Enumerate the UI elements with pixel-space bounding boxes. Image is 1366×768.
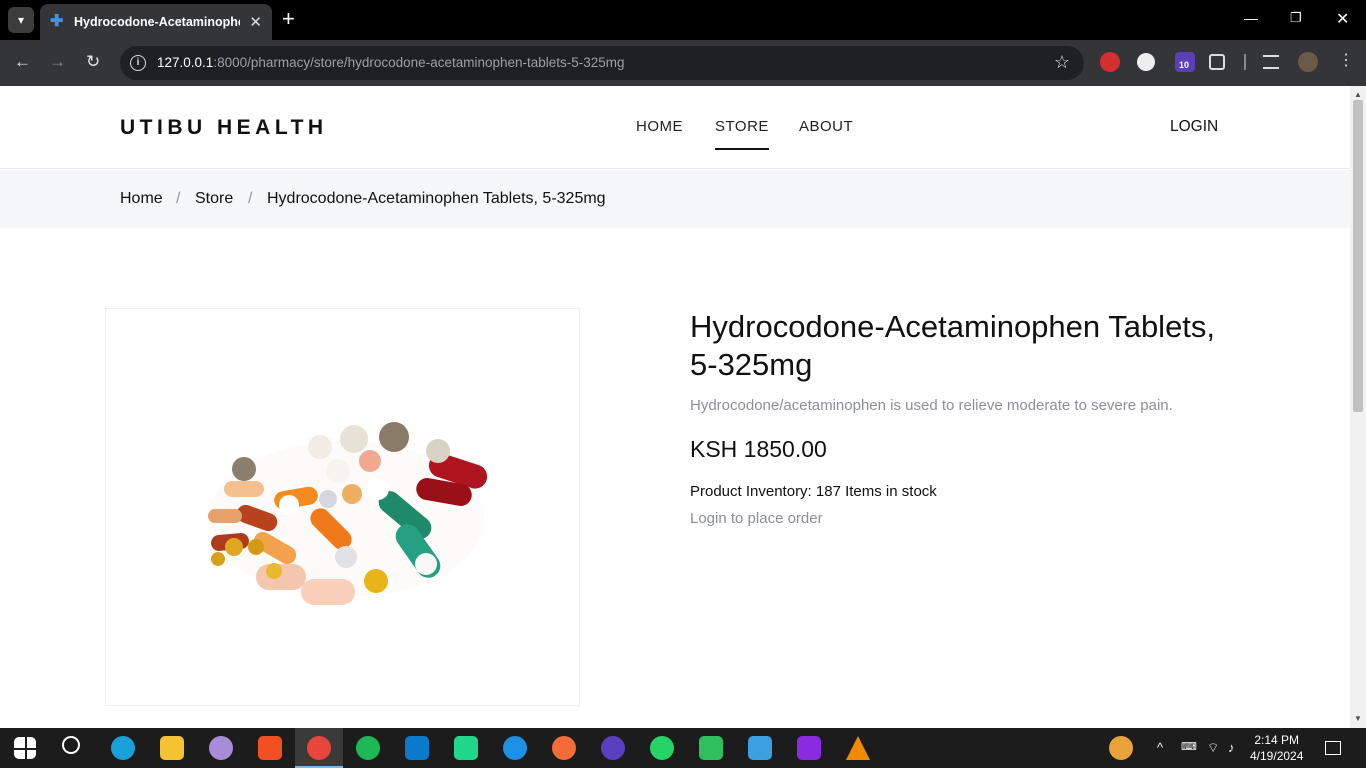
app-icon[interactable] <box>748 736 772 760</box>
extensions-puzzle-icon[interactable] <box>1209 54 1225 70</box>
extension-speed-icon[interactable] <box>1137 53 1155 71</box>
nav-about[interactable]: ABOUT <box>799 118 853 135</box>
extension-adblock-icon[interactable] <box>1100 52 1120 72</box>
tab-search-icon[interactable]: ▾ <box>8 7 34 33</box>
docker-icon[interactable] <box>503 736 527 760</box>
tray-expand-icon[interactable]: ^ <box>1157 740 1163 755</box>
vscode-icon[interactable] <box>405 736 429 760</box>
tab-title: Hydrocodone-Acetaminophen <box>74 15 240 29</box>
breadcrumb: Home / Store / Hydrocodone-Acetaminophen… <box>0 170 1350 228</box>
breadcrumb-home[interactable]: Home <box>120 190 163 208</box>
volume-icon[interactable]: ♪ <box>1228 740 1235 755</box>
wifi-icon[interactable]: ⌔ <box>1207 740 1219 756</box>
breadcrumb-separator: / <box>176 190 181 207</box>
back-icon[interactable]: ← <box>14 52 31 72</box>
chrome-icon[interactable] <box>307 736 331 760</box>
vlc-icon[interactable] <box>846 736 870 760</box>
pills-image <box>208 422 488 605</box>
scroll-up-icon[interactable]: ▲ <box>1354 90 1362 99</box>
start-icon[interactable] <box>14 737 36 759</box>
url-text[interactable]: 127.0.0.1:8000/pharmacy/store/hydrocodon… <box>157 55 625 70</box>
extension-badge-count: 10 <box>1179 60 1190 70</box>
extension-badge-icon[interactable]: 10 <box>1175 52 1195 72</box>
nav-store[interactable]: STORE <box>715 118 769 150</box>
windows-taskbar: ^ ⌨ ⌔ ♪ 2:14 PM 4/19/2024 <box>0 728 1366 768</box>
app-icon[interactable] <box>209 736 233 760</box>
browser-tab-bar: ▾ ✚ Hydrocodone-Acetaminophen ✕ + — ❐ ✕ <box>0 0 1366 40</box>
store-icon[interactable] <box>258 736 282 760</box>
product-description: Hydrocodone/acetaminophen is used to rel… <box>690 397 1173 414</box>
search-icon[interactable] <box>62 736 80 754</box>
browser-tab[interactable]: ✚ Hydrocodone-Acetaminophen ✕ <box>40 4 272 40</box>
scroll-down-icon[interactable]: ▼ <box>1354 714 1362 723</box>
scrollbar-thumb[interactable] <box>1353 100 1363 412</box>
pycharm-icon[interactable] <box>454 736 478 760</box>
product-inventory: Product Inventory: 187 Items in stock <box>690 483 937 500</box>
app-icon[interactable] <box>699 736 723 760</box>
breadcrumb-current: Hydrocodone-Acetaminophen Tablets, 5-325… <box>267 190 606 207</box>
product-price: KSH 1850.00 <box>690 436 827 462</box>
clock-time: 2:14 PM <box>1254 733 1300 747</box>
minimize-icon[interactable]: — <box>1244 10 1258 26</box>
site-favicon-icon: ✚ <box>50 13 64 30</box>
reload-icon[interactable]: ↻ <box>86 52 100 72</box>
profile-avatar[interactable] <box>1298 52 1318 72</box>
site-header: UTIBU HEALTH HOME STORE ABOUT LOGIN <box>0 86 1350 169</box>
nav-home[interactable]: HOME <box>636 118 683 135</box>
forward-icon[interactable]: → <box>49 52 66 72</box>
system-clock[interactable]: 2:14 PM 4/19/2024 <box>1250 732 1303 764</box>
media-control-icon[interactable] <box>1263 55 1279 69</box>
new-tab-button[interactable]: + <box>282 8 295 30</box>
address-bar[interactable]: i 127.0.0.1:8000/pharmacy/store/hydrocod… <box>120 46 1084 80</box>
app-icon[interactable] <box>797 736 821 760</box>
close-window-icon[interactable]: ✕ <box>1336 9 1349 29</box>
site-logo[interactable]: UTIBU HEALTH <box>120 116 328 140</box>
bookmark-star-icon[interactable]: ☆ <box>1054 52 1070 73</box>
restore-icon[interactable]: ❐ <box>1290 10 1302 26</box>
app-icon[interactable] <box>601 736 625 760</box>
notifications-icon[interactable] <box>1325 741 1341 755</box>
breadcrumb-separator: / <box>248 190 253 207</box>
tab-close-icon[interactable]: ✕ <box>249 13 262 31</box>
whatsapp-icon[interactable] <box>650 736 674 760</box>
product-image <box>105 308 580 706</box>
edge-icon[interactable] <box>111 736 135 760</box>
weather-icon[interactable] <box>1109 736 1133 760</box>
web-page: UTIBU HEALTH HOME STORE ABOUT LOGIN Home… <box>0 86 1350 728</box>
product-title: Hydrocodone-Acetaminophen Tablets, 5-325… <box>690 309 1216 382</box>
postman-icon[interactable] <box>552 736 576 760</box>
login-link[interactable]: LOGIN <box>1170 118 1218 136</box>
input-method-icon[interactable]: ⌨ <box>1181 740 1197 753</box>
file-explorer-icon[interactable] <box>160 736 184 760</box>
clock-date: 4/19/2024 <box>1250 749 1304 763</box>
browser-toolbar: ← → ↻ i 127.0.0.1:8000/pharmacy/store/hy… <box>0 40 1366 86</box>
browser-menu-icon[interactable]: ⋮ <box>1338 50 1354 70</box>
toolbar-divider <box>1244 54 1246 70</box>
login-to-order-link[interactable]: Login to place order <box>690 510 823 527</box>
site-info-icon[interactable]: i <box>130 55 146 71</box>
breadcrumb-store[interactable]: Store <box>195 190 233 208</box>
spotify-icon[interactable] <box>356 736 380 760</box>
page-scrollbar[interactable]: ▲ ▼ <box>1350 86 1366 728</box>
